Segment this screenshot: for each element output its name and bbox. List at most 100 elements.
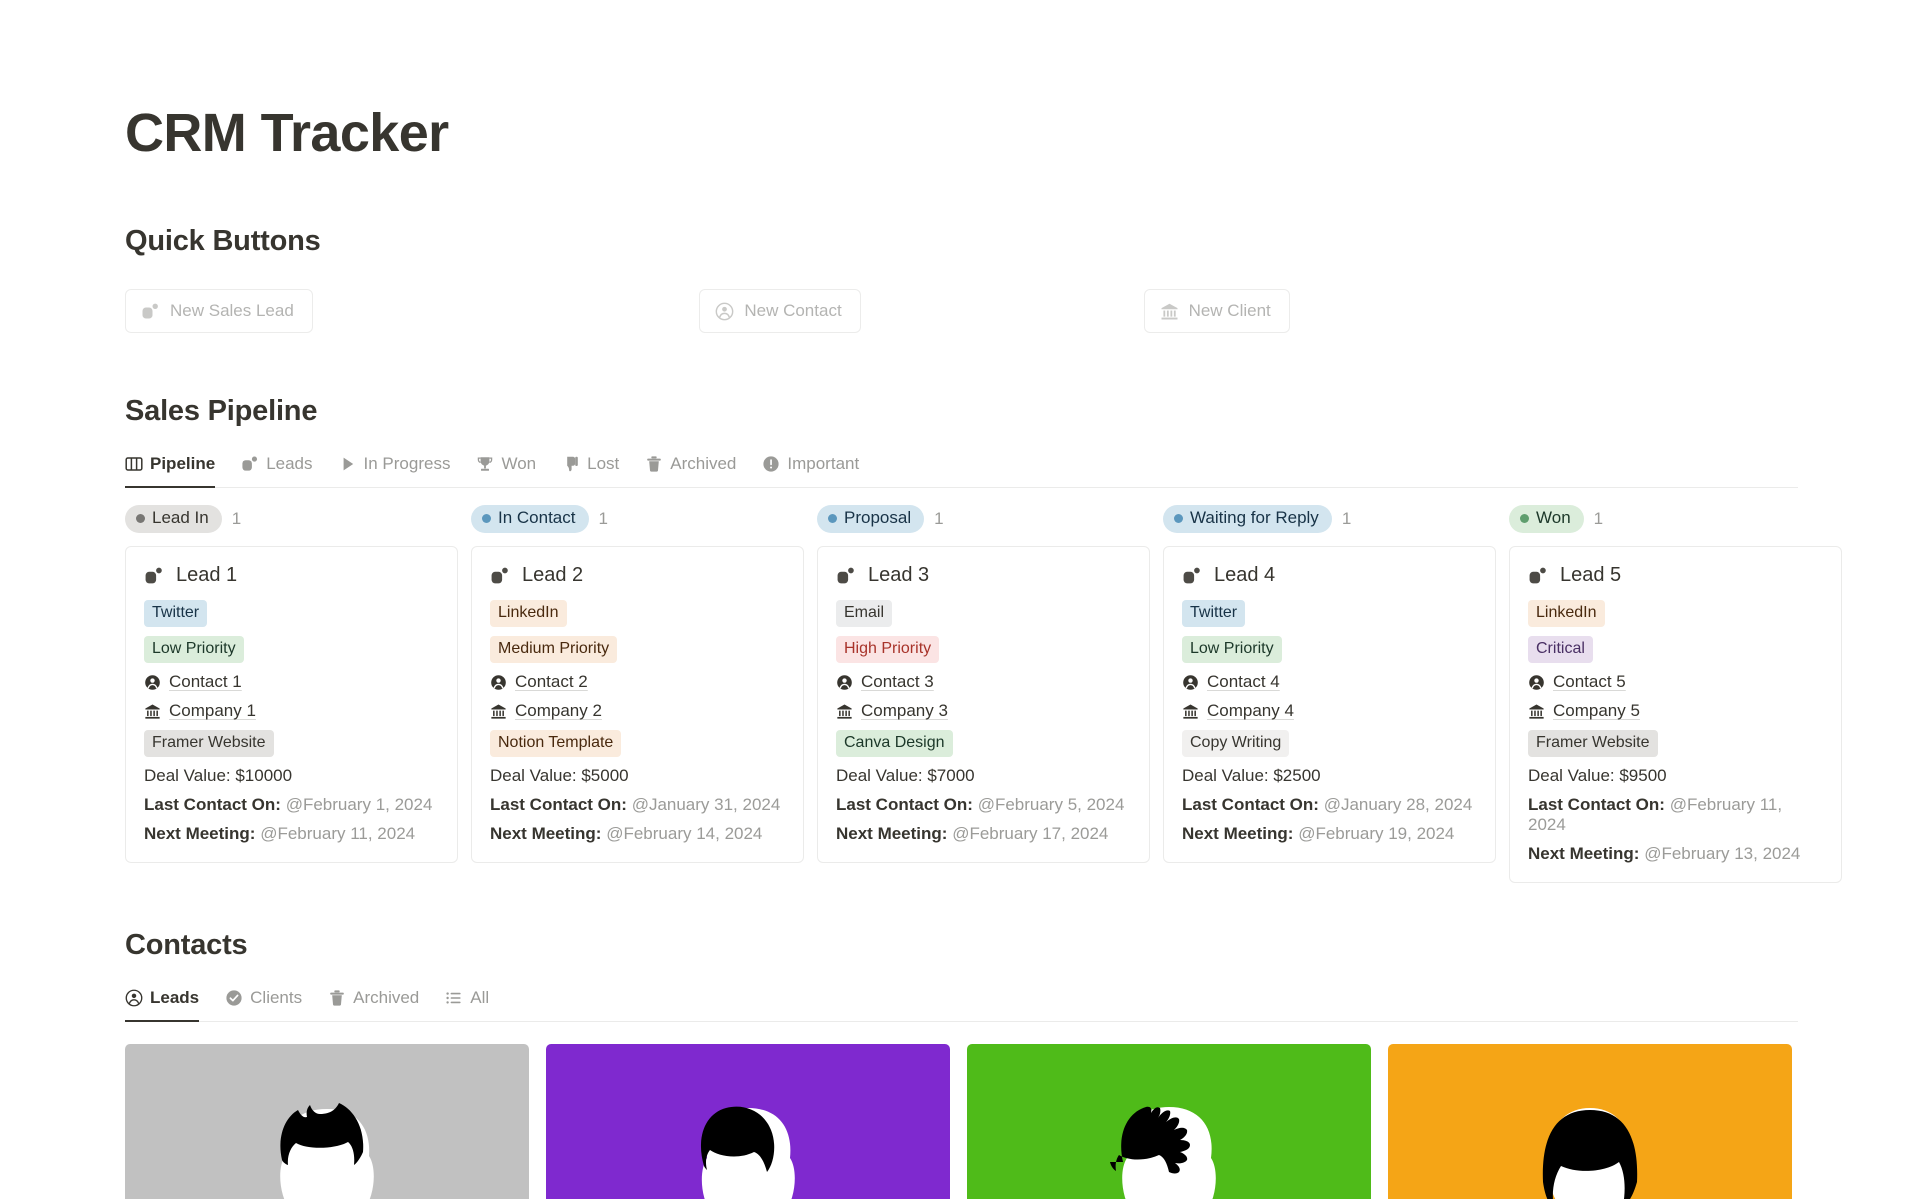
person-circle-icon [1528,674,1545,691]
company-relation[interactable]: Company 5 [1528,701,1823,721]
tab-in-progress[interactable]: In Progress [339,454,450,488]
contact-link[interactable]: Contact 5 [1553,672,1626,692]
tab-contacts-all[interactable]: All [445,988,489,1022]
contact-card[interactable] [967,1044,1371,1199]
company-relation[interactable]: Company 2 [490,701,785,721]
deal-value: Deal Value: $2500 [1182,766,1321,786]
contacts-heading: Contacts [125,929,248,962]
column-status-pill[interactable]: Won [1509,505,1584,534]
tab-contacts-leads[interactable]: Leads [125,988,200,1023]
contact-link[interactable]: Contact 2 [515,672,588,692]
lead-card[interactable]: Lead 4 Twitter Low Priority Contact 4 Compan… [1163,546,1496,864]
exclamation-circle-icon [762,455,780,473]
service-tag[interactable]: Framer Website [1528,730,1658,758]
tab-won[interactable]: Won [476,454,536,488]
next-meeting-date: @February 14, 2024 [606,824,763,844]
last-contact-label: Last Contact On: [836,795,973,815]
source-tag[interactable]: LinkedIn [490,600,567,628]
tab-contacts-clients[interactable]: Clients [225,988,302,1022]
priority-tag-row: Critical [1528,636,1823,672]
company-link[interactable]: Company 4 [1207,701,1294,721]
contact-relation[interactable]: Contact 1 [144,672,439,692]
person-circle-icon [144,674,161,691]
trash-icon [328,989,346,1007]
tab-pipeline[interactable]: Pipeline [125,454,216,489]
service-tag[interactable]: Copy Writing [1182,730,1290,758]
lead-card[interactable]: Lead 2 LinkedIn Medium Priority Contact 2 Co… [471,546,804,864]
tab-important[interactable]: Important [762,454,859,488]
service-tag[interactable]: Framer Website [144,730,274,758]
contact-link[interactable]: Contact 1 [169,672,242,692]
contact-relation[interactable]: Contact 4 [1182,672,1477,692]
contact-card[interactable] [125,1044,529,1199]
avatar-messy-hair [1094,1078,1244,1199]
priority-tag-row: Low Priority [144,636,439,672]
status-dot [136,514,145,524]
company-relation[interactable]: Company 4 [1182,701,1477,721]
priority-tag[interactable]: High Priority [836,636,940,664]
next-meeting-label: Next Meeting: [836,824,948,844]
source-tag-row: LinkedIn [490,600,785,636]
tab-archived[interactable]: Archived [645,454,736,488]
company-link[interactable]: Company 1 [169,701,256,721]
contact-card[interactable] [546,1044,950,1199]
column-header: Waiting for Reply 1 [1163,505,1496,534]
company-relation[interactable]: Company 3 [836,701,1131,721]
new-contact-label: New Contact [744,301,842,321]
contact-link[interactable]: Contact 3 [861,672,934,692]
pipeline-column: Waiting for Reply 1 Lead 4 Twitter Low Prior… [1163,505,1496,883]
company-relation[interactable]: Company 1 [144,701,439,721]
status-dot [1520,514,1529,524]
new-contact-button[interactable]: New Contact [699,289,861,334]
contact-relation[interactable]: Contact 3 [836,672,1131,692]
contacts-gallery [125,1044,1815,1199]
bank-icon [1182,703,1199,720]
column-count: 1 [1341,509,1352,529]
service-tag[interactable]: Canva Design [836,730,953,758]
trash-icon [645,455,663,473]
next-meeting-label: Next Meeting: [490,824,602,844]
service-tag[interactable]: Notion Template [490,730,622,758]
contact-relation[interactable]: Contact 5 [1528,672,1823,692]
tab-important-label: Important [787,454,860,474]
column-status-pill[interactable]: Lead In [125,505,222,534]
contact-card[interactable] [1388,1044,1792,1199]
service-tag-row: Copy Writing [1182,730,1477,766]
company-link[interactable]: Company 3 [861,701,948,721]
tab-lost[interactable]: Lost [562,454,619,488]
lead-card[interactable]: Lead 5 LinkedIn Critical Contact 5 Company 5… [1509,546,1842,884]
deal-value: Deal Value: $9500 [1528,766,1667,786]
thumbs-down-icon [562,455,580,473]
priority-tag[interactable]: Low Priority [1182,636,1282,664]
contact-relation[interactable]: Contact 2 [490,672,785,692]
last-contact-label: Last Contact On: [490,795,627,815]
column-header: In Contact 1 [471,505,804,534]
source-tag[interactable]: Twitter [144,600,208,628]
column-count: 1 [598,509,608,529]
company-link[interactable]: Company 5 [1553,701,1640,721]
column-status-pill[interactable]: In Contact [471,505,589,534]
tab-contacts-archived[interactable]: Archived [328,988,419,1022]
lead-icon [836,566,856,586]
check-circle-icon [225,989,243,1007]
next-meeting-label: Next Meeting: [1528,844,1640,864]
column-status-pill[interactable]: Waiting for Reply [1163,505,1332,534]
service-tag-row: Canva Design [836,730,1131,766]
priority-tag[interactable]: Medium Priority [490,636,618,664]
source-tag[interactable]: Email [836,600,893,628]
tab-leads[interactable]: Leads [241,454,313,488]
new-sales-lead-button[interactable]: New Sales Lead [125,289,313,334]
new-client-button[interactable]: New Client [1143,289,1290,334]
source-tag[interactable]: Twitter [1182,600,1246,628]
lead-card[interactable]: Lead 3 Email High Priority Contact 3 Company… [817,546,1150,864]
column-status-pill[interactable]: Proposal [817,505,925,534]
next-meeting-row: Next Meeting: @February 19, 2024 [1182,824,1477,844]
lead-card[interactable]: Lead 1 Twitter Low Priority Contact 1 Compan… [125,546,458,864]
contact-link[interactable]: Contact 4 [1207,672,1280,692]
source-tag[interactable]: LinkedIn [1528,600,1605,628]
new-sales-lead-label: New Sales Lead [170,301,294,321]
column-name: Won [1536,508,1571,528]
company-link[interactable]: Company 2 [515,701,602,721]
priority-tag[interactable]: Low Priority [144,636,244,664]
priority-tag[interactable]: Critical [1528,636,1593,664]
